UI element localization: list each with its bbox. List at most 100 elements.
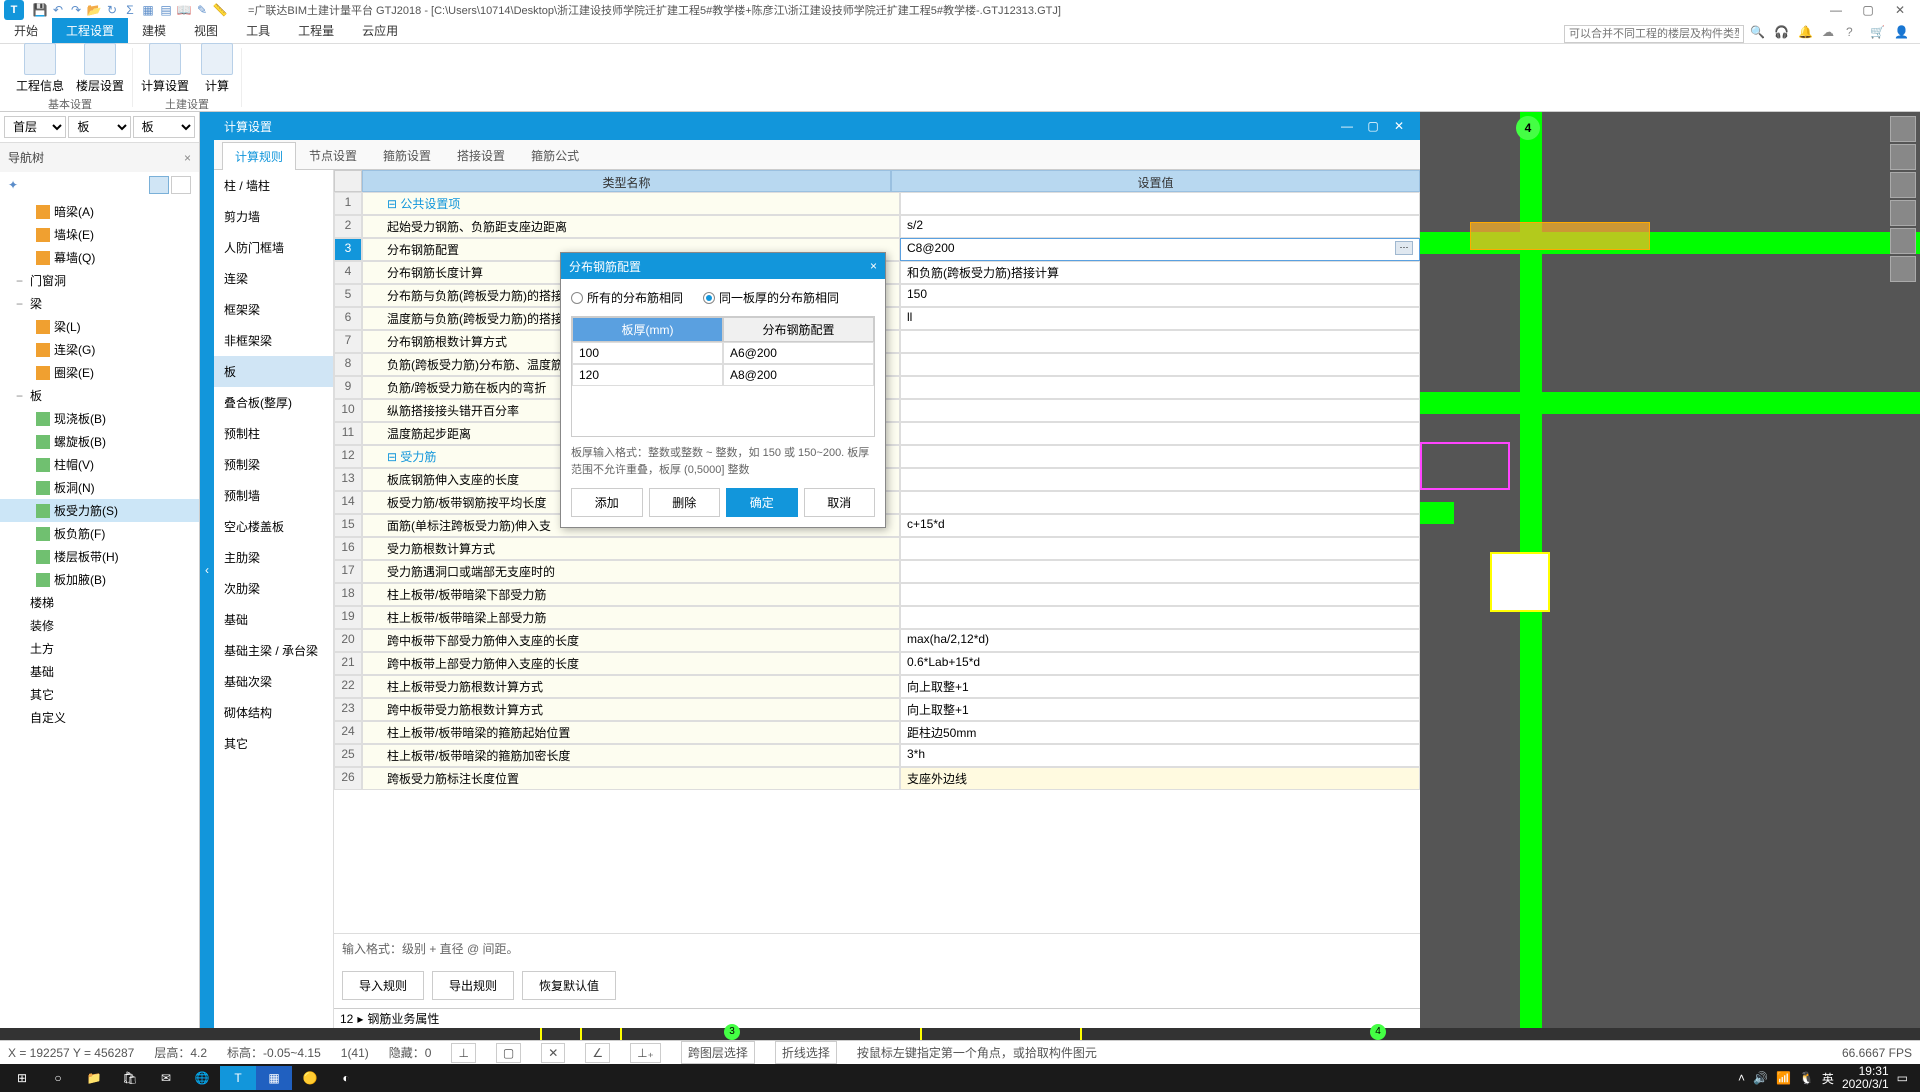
clock[interactable]: 19:31 2020/3/1 xyxy=(1842,1065,1889,1091)
rule-row[interactable]: 21跨中板带上部受力筋伸入支座的长度0.6*Lab+15*d xyxy=(334,652,1420,675)
mail-button[interactable]: ✉ xyxy=(148,1066,184,1090)
category-item[interactable]: 其它 xyxy=(214,728,333,759)
tree-item[interactable]: 基础 xyxy=(0,660,199,683)
add-button[interactable]: 添加 xyxy=(571,488,643,517)
grid-button[interactable]: ▢ xyxy=(496,1043,521,1063)
radio-same-thickness[interactable]: 同一板厚的分布筋相同 xyxy=(703,289,839,306)
rule-row[interactable]: 19柱上板带/板带暗梁上部受力筋 xyxy=(334,606,1420,629)
open-icon[interactable]: 📂 xyxy=(86,2,102,18)
category-item[interactable]: 板 xyxy=(214,356,333,387)
tree-item[interactable]: −梁 xyxy=(0,292,199,315)
undo-icon[interactable]: ↶ xyxy=(50,2,66,18)
start-button[interactable]: ⊞ xyxy=(4,1066,40,1090)
rule-row[interactable]: 26跨板受力筋标注长度位置支座外边线 xyxy=(334,767,1420,790)
cell-config[interactable]: A6@200 xyxy=(723,342,874,364)
tree-item[interactable]: 楼梯 xyxy=(0,591,199,614)
store-button[interactable]: 🛍 xyxy=(112,1066,148,1090)
refresh-icon[interactable]: ↻ xyxy=(104,2,120,18)
viewport[interactable]: 4 xyxy=(1420,112,1920,1028)
delete-button[interactable]: 删除 xyxy=(649,488,721,517)
collapse-button[interactable]: ‹ xyxy=(200,112,214,1028)
network-icon[interactable]: 📶 xyxy=(1776,1071,1791,1085)
category-item[interactable]: 连梁 xyxy=(214,263,333,294)
cloud-icon[interactable]: ☁ xyxy=(1822,25,1840,43)
rule-row[interactable]: 23跨中板带受力筋根数计算方式向上取整+1 xyxy=(334,698,1420,721)
wand-icon[interactable]: ✦ xyxy=(8,178,18,192)
project-info-button[interactable]: 工程信息 xyxy=(16,43,64,94)
calc-button[interactable]: 计算 xyxy=(201,43,233,94)
cad-button[interactable]: ▦ xyxy=(256,1066,292,1090)
category-item[interactable]: 柱 / 墙柱 xyxy=(214,170,333,201)
category-item[interactable]: 人防门框墙 xyxy=(214,232,333,263)
rule-row[interactable]: 25柱上板带/板带暗梁的箍筋加密长度3*h xyxy=(334,744,1420,767)
cell-thickness[interactable]: 100 xyxy=(572,342,723,364)
vp-tool-4[interactable] xyxy=(1890,200,1916,226)
headset-icon[interactable]: 🎧 xyxy=(1774,25,1792,43)
cell-thickness[interactable]: 120 xyxy=(572,364,723,386)
volume-icon[interactable]: 🔊 xyxy=(1753,1071,1768,1085)
tab-start[interactable]: 开始 xyxy=(0,18,52,43)
tree-item[interactable]: 其它 xyxy=(0,683,199,706)
ruler-icon[interactable]: 📏 xyxy=(212,2,228,18)
tree-item[interactable]: 连梁(G) xyxy=(0,338,199,361)
vp-tool-6[interactable] xyxy=(1890,256,1916,282)
tab-node-settings[interactable]: 节点设置 xyxy=(296,141,370,169)
cross-layer-button[interactable]: 跨图层选择 xyxy=(681,1041,755,1064)
tree-item[interactable]: 自定义 xyxy=(0,706,199,729)
floor-select[interactable]: 首层 xyxy=(4,116,66,138)
book-icon[interactable]: 📖 xyxy=(176,2,192,18)
tree-item[interactable]: 柱帽(V) xyxy=(0,453,199,476)
floor-settings-button[interactable]: 楼层设置 xyxy=(76,43,124,94)
category-item[interactable]: 基础次梁 xyxy=(214,666,333,697)
rule-row[interactable]: 24柱上板带/板带暗梁的箍筋起始位置距柱边50mm xyxy=(334,721,1420,744)
import-rules-button[interactable]: 导入规则 xyxy=(342,971,424,1000)
tree-item[interactable]: 装修 xyxy=(0,614,199,637)
user-icon[interactable]: 👤 xyxy=(1894,25,1912,43)
tree-item[interactable]: 梁(L) xyxy=(0,315,199,338)
grid-view-button[interactable] xyxy=(171,176,191,194)
tab-calc-rules[interactable]: 计算规则 xyxy=(222,142,296,170)
offset-button[interactable]: ⊥₊ xyxy=(630,1043,661,1063)
tab-quantity[interactable]: 工程量 xyxy=(284,18,348,43)
minimize-button[interactable]: — xyxy=(1824,2,1848,18)
category-item[interactable]: 主肋梁 xyxy=(214,542,333,573)
app-taskbar-button[interactable]: T xyxy=(220,1066,256,1090)
category-item[interactable]: 剪力墙 xyxy=(214,201,333,232)
tree-item[interactable]: 螺旋板(B) xyxy=(0,430,199,453)
panel-minimize-icon[interactable]: — xyxy=(1336,117,1358,135)
nav-close-icon[interactable]: × xyxy=(184,151,191,165)
radio-all-same[interactable]: 所有的分布筋相同 xyxy=(571,289,683,306)
tree-item[interactable]: 板受力筋(S) xyxy=(0,499,199,522)
notifications-icon[interactable]: ▭ xyxy=(1897,1071,1908,1085)
edge-button[interactable]: 🌐 xyxy=(184,1066,220,1090)
app3-button[interactable]: ◐ xyxy=(328,1066,364,1090)
tree-item[interactable]: 土方 xyxy=(0,637,199,660)
timeline-marker[interactable]: 4 xyxy=(1370,1024,1386,1040)
explorer-button[interactable]: 📁 xyxy=(76,1066,112,1090)
tab-cloud[interactable]: 云应用 xyxy=(348,18,412,43)
tree-item[interactable]: 现浇板(B) xyxy=(0,407,199,430)
category-item[interactable]: 预制柱 xyxy=(214,418,333,449)
restore-defaults-button[interactable]: 恢复默认值 xyxy=(522,971,616,1000)
rule-row[interactable]: 2起始受力钢筋、负筋距支座边距离s/2 xyxy=(334,215,1420,238)
tab-stirrup-settings[interactable]: 箍筋设置 xyxy=(370,141,444,169)
cortana-button[interactable]: ○ xyxy=(40,1066,76,1090)
export-rules-button[interactable]: 导出规则 xyxy=(432,971,514,1000)
tree-item[interactable]: 板洞(N) xyxy=(0,476,199,499)
sum-icon[interactable]: Σ xyxy=(122,2,138,18)
tree-item[interactable]: −板 xyxy=(0,384,199,407)
ime-indicator[interactable]: 英 xyxy=(1822,1070,1834,1087)
vp-tool-3[interactable] xyxy=(1890,172,1916,198)
tab-stirrup-formula[interactable]: 箍筋公式 xyxy=(518,141,592,169)
angle-button[interactable]: ∠ xyxy=(585,1043,610,1063)
save-icon[interactable]: 💾 xyxy=(32,2,48,18)
tree-item[interactable]: 板负筋(F) xyxy=(0,522,199,545)
maximize-button[interactable]: ▢ xyxy=(1856,2,1880,18)
attr-expand-icon[interactable]: ▸ xyxy=(357,1012,363,1026)
th-config[interactable]: 分布钢筋配置 xyxy=(723,317,874,342)
polyline-button[interactable]: 折线选择 xyxy=(775,1041,837,1064)
ellipsis-button[interactable]: ⋯ xyxy=(1395,241,1413,255)
table-row[interactable]: 100 A6@200 xyxy=(572,342,874,364)
vp-tool-1[interactable] xyxy=(1890,116,1916,142)
tray-up-icon[interactable]: ˄ xyxy=(1738,1071,1745,1085)
